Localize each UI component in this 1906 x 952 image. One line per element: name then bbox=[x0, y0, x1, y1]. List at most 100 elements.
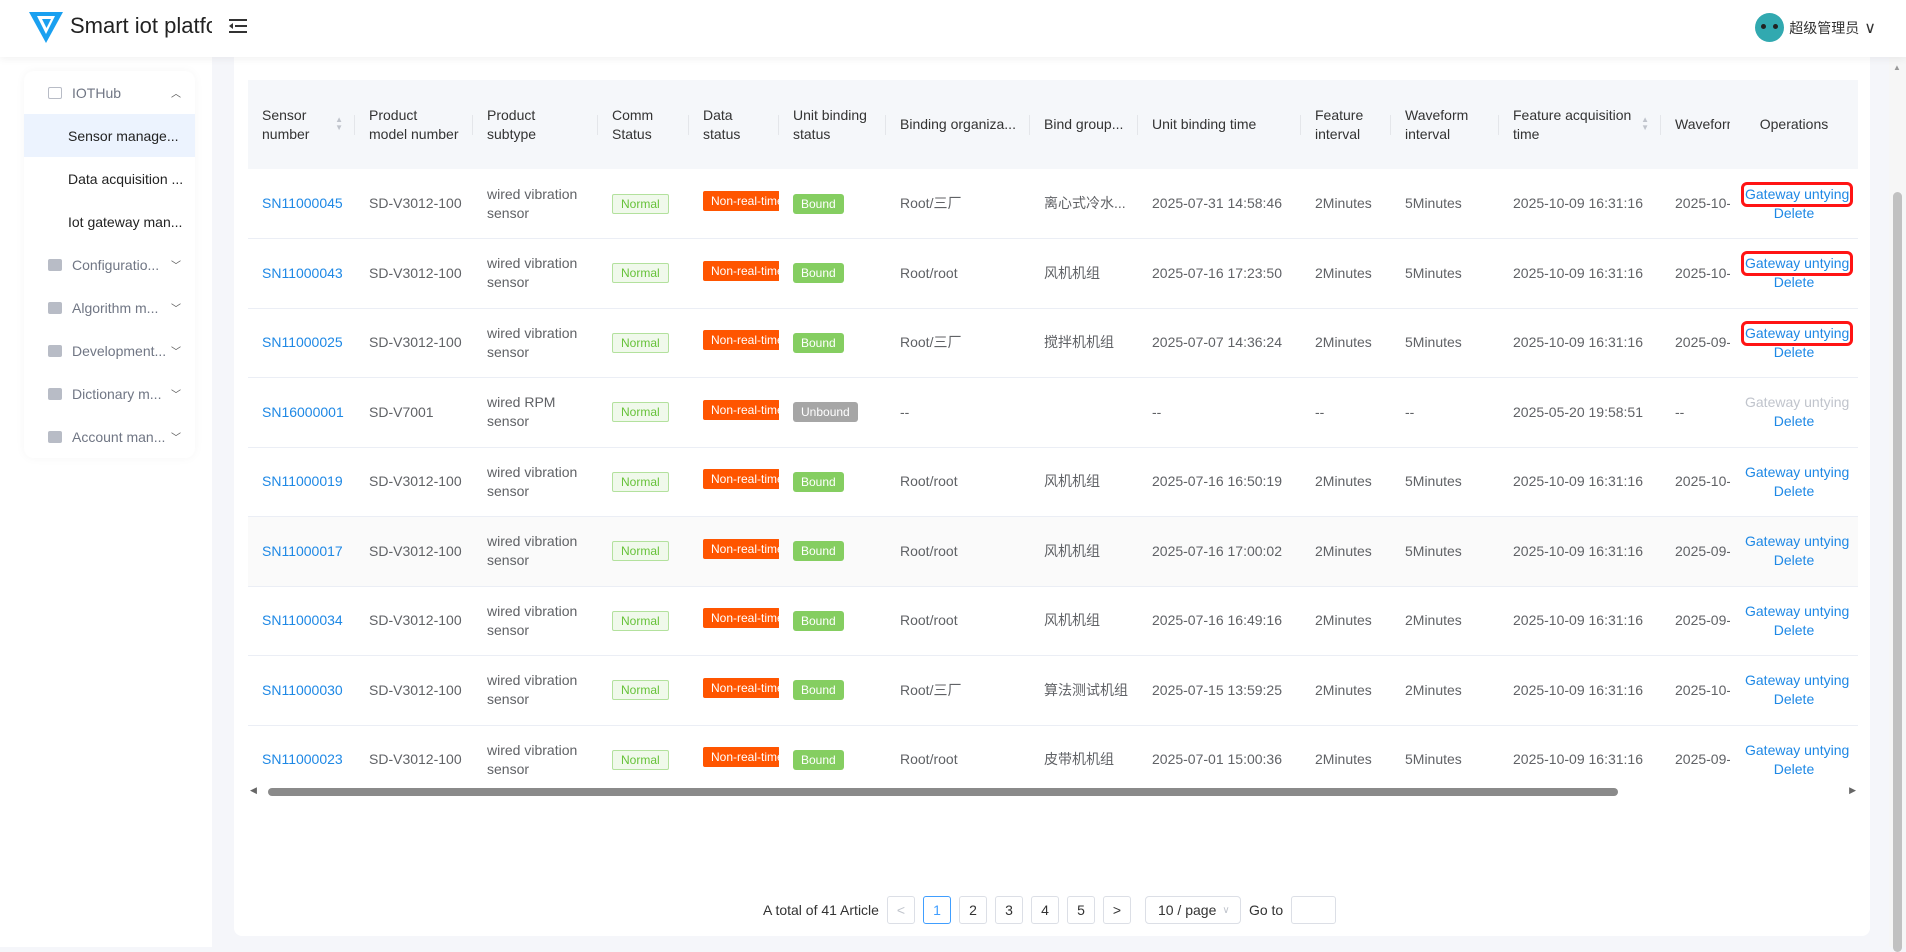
gateway-untying-button[interactable]: Gateway untying bbox=[1744, 393, 1850, 412]
sensor-number-link[interactable]: SN11000030 bbox=[262, 682, 343, 698]
sort-icon[interactable]: ▲ ▼ bbox=[1641, 116, 1649, 132]
cell-fint: 2Minutes bbox=[1301, 655, 1391, 726]
sidebar-item-development[interactable]: Development... ﹀ bbox=[24, 329, 195, 372]
org-text: Root/root bbox=[900, 542, 958, 559]
group-text: 风机机组 bbox=[1044, 264, 1100, 281]
gateway-untying-button[interactable]: Gateway untying bbox=[1744, 463, 1850, 482]
group-text: 风机机组 bbox=[1044, 612, 1100, 629]
gateway-untying-button[interactable]: Gateway untying bbox=[1744, 602, 1850, 621]
gateway-untying-button[interactable]: Gateway untying bbox=[1744, 532, 1850, 551]
sort-icon[interactable]: ▲ ▼ bbox=[335, 116, 343, 132]
sensor-number-link[interactable]: SN11000019 bbox=[262, 473, 343, 489]
horizontal-scrollbar[interactable]: ◀ ▶ bbox=[248, 785, 1858, 799]
scroll-right-icon[interactable]: ▶ bbox=[1849, 785, 1856, 796]
data-status-badge: Non-real-time bbox=[703, 469, 779, 490]
column-header: Comm Status bbox=[598, 80, 689, 169]
cell-org: Root/root bbox=[886, 238, 1030, 309]
sensor-number-link[interactable]: SN11000034 bbox=[262, 612, 343, 628]
cell-btime: 2025-07-16 17:00:02 bbox=[1138, 516, 1301, 587]
delete-button[interactable]: Delete bbox=[1774, 622, 1814, 638]
sidebar-item-iot-gateway[interactable]: Iot gateway man... bbox=[24, 200, 195, 243]
cell-subtype: wired vibration sensor bbox=[473, 655, 598, 726]
table-row: SN11000034 SD-V3012-100 wired vibration se… bbox=[248, 586, 1858, 656]
page-scrollbar[interactable]: ▲ bbox=[1889, 57, 1906, 952]
cell-ftime: 2025-10-09 16:31:16 bbox=[1499, 586, 1661, 656]
page-1-button[interactable]: 1 bbox=[922, 896, 951, 924]
cell-fint: 2Minutes bbox=[1301, 516, 1391, 587]
sidebar-item-data-acquisition[interactable]: Data acquisition ... bbox=[24, 157, 195, 200]
comm-status-badge: Normal bbox=[612, 193, 669, 214]
page-2-button[interactable]: 2 bbox=[958, 896, 987, 924]
page-4-button[interactable]: 4 bbox=[1030, 896, 1059, 924]
btime-text: 2025-07-31 14:58:46 bbox=[1152, 195, 1282, 211]
sidebar-item-sensor-management[interactable]: Sensor manage... bbox=[24, 114, 195, 157]
cell-sn: SN11000034 bbox=[248, 586, 355, 656]
fint-text: -- bbox=[1315, 403, 1325, 420]
cell-sn: SN11000030 bbox=[248, 655, 355, 726]
goto-page-input[interactable] bbox=[1291, 896, 1337, 924]
cell-wint: 5Minutes bbox=[1391, 169, 1499, 239]
cell-bind: Bound bbox=[779, 308, 886, 378]
logo-icon bbox=[29, 12, 63, 43]
org-text: Root/root bbox=[900, 612, 958, 629]
delete-button[interactable]: Delete bbox=[1774, 413, 1814, 429]
prev-page-button[interactable]: < bbox=[886, 896, 915, 924]
page-5-button[interactable]: 5 bbox=[1066, 896, 1095, 924]
wint-text: 2Minutes bbox=[1405, 612, 1462, 629]
configuration-icon bbox=[48, 258, 62, 271]
cell-comm: Normal bbox=[598, 308, 689, 378]
sidebar-item-configuration[interactable]: Configuratio... ﹀ bbox=[24, 243, 195, 286]
delete-button[interactable]: Delete bbox=[1774, 552, 1814, 568]
cell-org: Root/root bbox=[886, 516, 1030, 587]
group-text: 风机机组 bbox=[1044, 542, 1100, 559]
gateway-untying-button[interactable]: Gateway untying bbox=[1740, 251, 1854, 277]
gateway-untying-button[interactable]: Gateway untying bbox=[1740, 181, 1854, 207]
sensor-number-link[interactable]: SN11000023 bbox=[262, 751, 343, 767]
operations-cell: Gateway untying Delete bbox=[1730, 447, 1858, 517]
delete-button[interactable]: Delete bbox=[1774, 483, 1814, 499]
sensor-number-link[interactable]: SN16000001 bbox=[262, 404, 344, 420]
btime-text: -- bbox=[1152, 403, 1162, 420]
fint-text: 2Minutes bbox=[1315, 473, 1372, 490]
delete-button[interactable]: Delete bbox=[1774, 691, 1814, 707]
page-3-button[interactable]: 3 bbox=[994, 896, 1023, 924]
cell-fint: 2Minutes bbox=[1301, 308, 1391, 378]
column-header[interactable]: Feature acquisition time ▲ ▼ bbox=[1499, 80, 1661, 169]
sidebar-item-dictionary[interactable]: Dictionary m... ﹀ bbox=[24, 372, 195, 415]
delete-button[interactable]: Delete bbox=[1774, 761, 1814, 777]
delete-button[interactable]: Delete bbox=[1774, 344, 1814, 360]
cell-comm: Normal bbox=[598, 447, 689, 517]
wint-text: 5Minutes bbox=[1405, 264, 1462, 281]
delete-button[interactable]: Delete bbox=[1774, 205, 1814, 221]
page-size-select[interactable]: 10 / page ∨ bbox=[1144, 896, 1241, 924]
sidebar-item-account[interactable]: Account man... ﹀ bbox=[24, 415, 195, 458]
column-header-label: Product subtype bbox=[487, 106, 537, 142]
gateway-untying-button[interactable]: Gateway untying bbox=[1744, 671, 1850, 690]
column-header[interactable]: Sensor number ▲ ▼ bbox=[248, 80, 355, 169]
sensor-number-link[interactable]: SN11000043 bbox=[262, 265, 343, 281]
ftime-text: 2025-10-09 16:31:16 bbox=[1513, 264, 1643, 281]
table-row: SN11000023 SD-V3012-100 wired vibration se… bbox=[248, 725, 1858, 781]
delete-button[interactable]: Delete bbox=[1774, 274, 1814, 290]
comm-status-badge: Normal bbox=[612, 610, 669, 631]
binding-status-badge: Bound bbox=[793, 193, 844, 214]
next-page-button[interactable]: > bbox=[1102, 896, 1131, 924]
scrollbar-thumb[interactable] bbox=[1893, 192, 1902, 952]
wtime-text: 2025-09- bbox=[1675, 612, 1732, 629]
gateway-untying-button[interactable]: Gateway untying bbox=[1740, 320, 1854, 346]
scroll-left-icon[interactable]: ◀ bbox=[250, 785, 257, 796]
user-menu[interactable]: 超级管理员 ∨ bbox=[1755, 13, 1876, 42]
sensor-number-link[interactable]: SN11000017 bbox=[262, 543, 343, 559]
gateway-untying-button[interactable]: Gateway untying bbox=[1744, 741, 1850, 760]
sensor-table: Sensor number ▲ ▼ Product model number Produ… bbox=[248, 80, 1858, 781]
collapse-menu-icon[interactable] bbox=[229, 18, 247, 34]
cell-model: SD-V3012-100 bbox=[355, 725, 473, 781]
sidebar-group-iothub[interactable]: IOTHub ︿ bbox=[24, 71, 195, 114]
group-text: 离心式冷水... bbox=[1044, 195, 1126, 211]
sensor-number-link[interactable]: SN11000045 bbox=[262, 195, 343, 211]
sensor-number-link[interactable]: SN11000025 bbox=[262, 334, 343, 350]
cell-fint: 2Minutes bbox=[1301, 725, 1391, 781]
sidebar-item-algorithm[interactable]: Algorithm m... ﹀ bbox=[24, 286, 195, 329]
scrollbar-thumb[interactable] bbox=[268, 788, 1618, 796]
scroll-up-icon[interactable]: ▲ bbox=[1893, 63, 1901, 72]
